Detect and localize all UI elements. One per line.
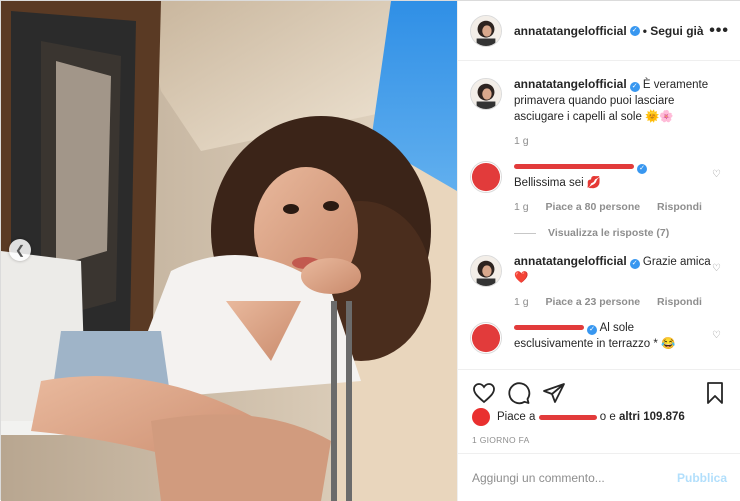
verified-badge-icon: ✓: [587, 325, 597, 335]
comment-time[interactable]: 1 g: [514, 201, 529, 213]
comment-username[interactable]: annatatangelofficial: [514, 254, 627, 268]
comment-text-block: ✓ Al sole esclusivamente in terrazzo * 😂: [514, 320, 714, 352]
comment-meta: 1 g Piace a 23 persone Rispondi: [514, 296, 716, 308]
post-date[interactable]: 1 GIORNO FA: [472, 435, 530, 445]
bookmark-icon[interactable]: [703, 381, 727, 405]
comment-like-heart-icon[interactable]: ♡: [712, 330, 721, 341]
add-comment-input[interactable]: [472, 470, 667, 485]
comment-bubble-icon[interactable]: [507, 381, 531, 405]
avatar[interactable]: [470, 322, 502, 354]
comment-likes[interactable]: Piace a 23 persone: [546, 296, 641, 308]
header-username[interactable]: annatatangelofficial: [514, 24, 627, 38]
comments-list[interactable]: annatatangelofficial ✓ È veramente primav…: [458, 62, 740, 368]
like-heart-icon[interactable]: [472, 381, 496, 405]
caption-meta: 1 g: [514, 135, 714, 147]
avatar-image-icon: [471, 15, 501, 46]
comment-item: annatatangelofficial ✓ Grazie amica ❤️ 1 …: [458, 253, 740, 308]
redacted-avatar-icon: [471, 323, 501, 353]
reply-button[interactable]: Rispondi: [657, 201, 702, 213]
verified-badge-icon: ✓: [629, 259, 640, 269]
comment-like-heart-icon[interactable]: ♡: [712, 169, 721, 180]
redacted-username: [514, 164, 634, 170]
avatar[interactable]: [470, 78, 502, 110]
comment-text: Bellissima sei 💋: [514, 177, 602, 189]
avatar[interactable]: [470, 161, 502, 193]
comment-likes[interactable]: Piace a 80 persone: [546, 201, 641, 213]
view-replies-button[interactable]: Visualizza le risposte (7): [458, 227, 740, 239]
redacted-liker-name: [538, 414, 597, 420]
likes-prefix: Piace a: [497, 411, 536, 423]
publish-button[interactable]: Pubblica: [677, 471, 727, 485]
redacted-liker-avatar: [472, 408, 490, 426]
likes-summary[interactable]: Piace a o e altri 109.876: [472, 408, 731, 426]
more-options-icon[interactable]: •••: [709, 22, 729, 40]
caption-text-block: annatatangelofficial ✓ È veramente primav…: [514, 76, 714, 125]
verified-badge-icon: ✓: [629, 82, 640, 92]
post-modal: ❮ annatatangelofficial ✓ • Segui già •••: [0, 0, 740, 501]
avatar[interactable]: [470, 255, 502, 287]
avatar-image-icon: [471, 79, 501, 109]
comment-like-heart-icon[interactable]: ♡: [712, 263, 721, 274]
comment-meta: 1 g Piace a 80 persone Rispondi: [514, 201, 716, 213]
verified-badge-icon: ✓: [637, 164, 647, 174]
verified-badge-icon: ✓: [629, 25, 640, 36]
caption-username[interactable]: annatatangelofficial: [514, 77, 627, 91]
replies-divider: [514, 232, 536, 234]
caption: annatatangelofficial ✓ È veramente primav…: [458, 76, 740, 147]
comment-time[interactable]: 1 g: [514, 296, 529, 308]
caption-time[interactable]: 1 g: [514, 135, 529, 147]
likes-count[interactable]: altri 109.876: [619, 411, 685, 423]
carousel-prev-button[interactable]: ❮: [9, 239, 31, 261]
follow-status-button[interactable]: • Segui già: [643, 24, 704, 38]
comment-item: ✓ Bellissima sei 💋 1 g Piace a 80 person…: [458, 159, 740, 213]
redacted-avatar-icon: [471, 162, 501, 192]
avatar-image-icon: [471, 256, 501, 286]
avatar[interactable]: [470, 14, 502, 47]
comment-text-block: annatatangelofficial ✓ Grazie amica ❤️: [514, 253, 714, 286]
reply-button[interactable]: Rispondi: [657, 296, 702, 308]
redacted-username: [514, 325, 584, 331]
post-header: annatatangelofficial ✓ • Segui già •••: [458, 1, 740, 61]
post-side-panel: annatatangelofficial ✓ • Segui già ••• a…: [457, 1, 740, 501]
comment-text-block: ✓ Bellissima sei 💋: [514, 159, 714, 191]
view-replies-label: Visualizza le risposte (7): [548, 227, 670, 239]
add-comment-bar: Pubblica: [458, 453, 740, 501]
comment-item: ✓ Al sole esclusivamente in terrazzo * 😂…: [458, 320, 740, 354]
post-photo[interactable]: ❮: [1, 1, 457, 501]
share-paper-plane-icon[interactable]: [542, 381, 566, 405]
likes-mid: o e: [599, 411, 616, 423]
photo-illustration: [1, 1, 457, 501]
